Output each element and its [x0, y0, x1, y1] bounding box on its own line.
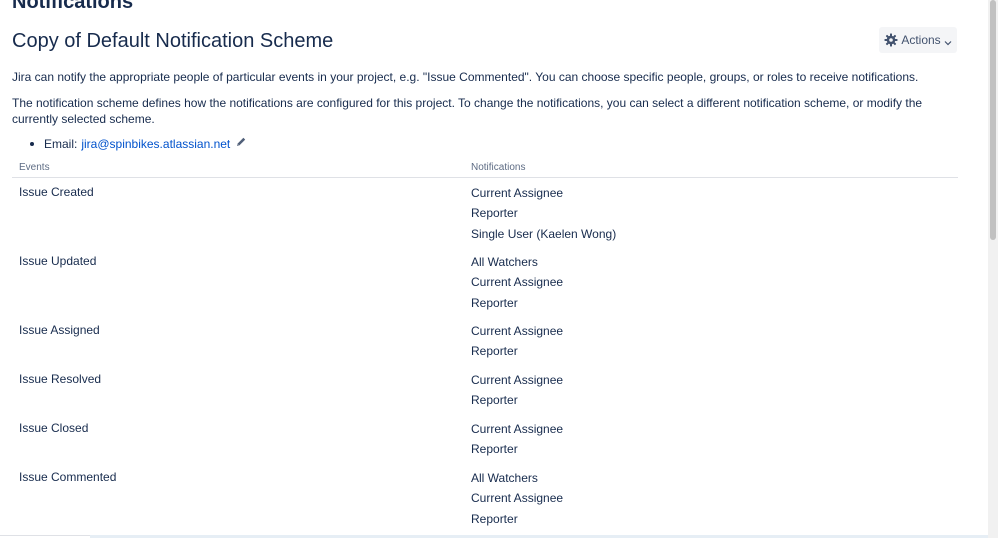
event-name: Issue Resolved — [19, 372, 102, 386]
notification-cell: All Watchers Current Assignee Reporter — [464, 247, 958, 316]
notification-cell: Current Assignee Reporter — [464, 365, 958, 414]
scrollbar-thumb[interactable] — [990, 0, 996, 240]
notification-item: Current Assignee — [471, 373, 564, 387]
actions-label: Actions — [901, 33, 941, 47]
notification-cell: Current Assignee Reporter Single User (K… — [464, 178, 958, 248]
notification-item: Reporter — [471, 511, 518, 526]
bullet-icon — [30, 142, 34, 146]
notification-item: Reporter — [471, 393, 518, 408]
notifications-table: Events Notifications Issue Created Curre… — [12, 158, 958, 532]
page-title: Copy of Default Notification Scheme — [12, 30, 334, 52]
notification-item: Current Assignee — [471, 491, 564, 506]
notification-item: Reporter — [471, 344, 518, 359]
notification-item: Current Assignee — [471, 186, 564, 200]
notification-cell: All Watchers Current Assignee Reporter — [464, 463, 958, 532]
event-name: Issue Closed — [19, 421, 89, 435]
notification-item: Current Assignee — [471, 422, 564, 436]
notification-item: Current Assignee — [471, 275, 564, 290]
table-row: Issue Closed Current Assignee Reporter — [12, 414, 958, 463]
event-name: Issue Commented — [19, 470, 117, 484]
email-link[interactable]: jira@spinbikes.atlassian.net — [81, 136, 230, 152]
notification-item: Current Assignee — [471, 324, 564, 338]
notification-item: All Watchers — [471, 471, 538, 485]
table-header-row: Events Notifications — [12, 158, 958, 178]
vertical-scrollbar[interactable] — [988, 0, 998, 538]
notification-item: All Watchers — [471, 255, 538, 269]
email-label: Email: — [44, 137, 78, 151]
table-row: Issue Commented All Watchers Current Ass… — [12, 463, 958, 532]
event-name: Issue Updated — [19, 254, 97, 268]
notification-item: Reporter — [471, 295, 518, 310]
notification-item: Reporter — [471, 442, 518, 457]
section-title: Notifications — [12, 0, 134, 13]
actions-button[interactable]: Actions — [879, 27, 957, 53]
notification-item: Single User (Kaelen Wong) — [471, 226, 617, 241]
chevron-down-icon — [944, 36, 952, 46]
events-column-header: Events — [12, 158, 464, 178]
notification-cell: Current Assignee Reporter — [464, 316, 958, 365]
gear-icon — [884, 33, 898, 47]
table-row: Issue Created Current Assignee Reporter … — [12, 178, 958, 248]
pencil-icon[interactable] — [235, 136, 247, 148]
description-scheme: The notification scheme defines how the … — [12, 96, 923, 126]
notification-scheme-page: Notifications Copy of Default Notificati… — [0, 0, 998, 538]
notification-cell: Current Assignee Reporter — [464, 414, 958, 463]
event-name: Issue Assigned — [19, 323, 100, 337]
email-item: Email: jira@spinbikes.atlassian.net — [30, 136, 247, 152]
event-name: Issue Created — [19, 185, 94, 199]
table-row: Issue Updated All Watchers Current Assig… — [12, 247, 958, 316]
description-intro: Jira can notify the appropriate people o… — [12, 70, 919, 84]
notifications-column-header: Notifications — [464, 158, 958, 178]
table-row: Issue Assigned Current Assignee Reporter — [12, 316, 958, 365]
notification-item: Reporter — [471, 206, 518, 221]
table-row: Issue Resolved Current Assignee Reporter — [12, 365, 958, 414]
